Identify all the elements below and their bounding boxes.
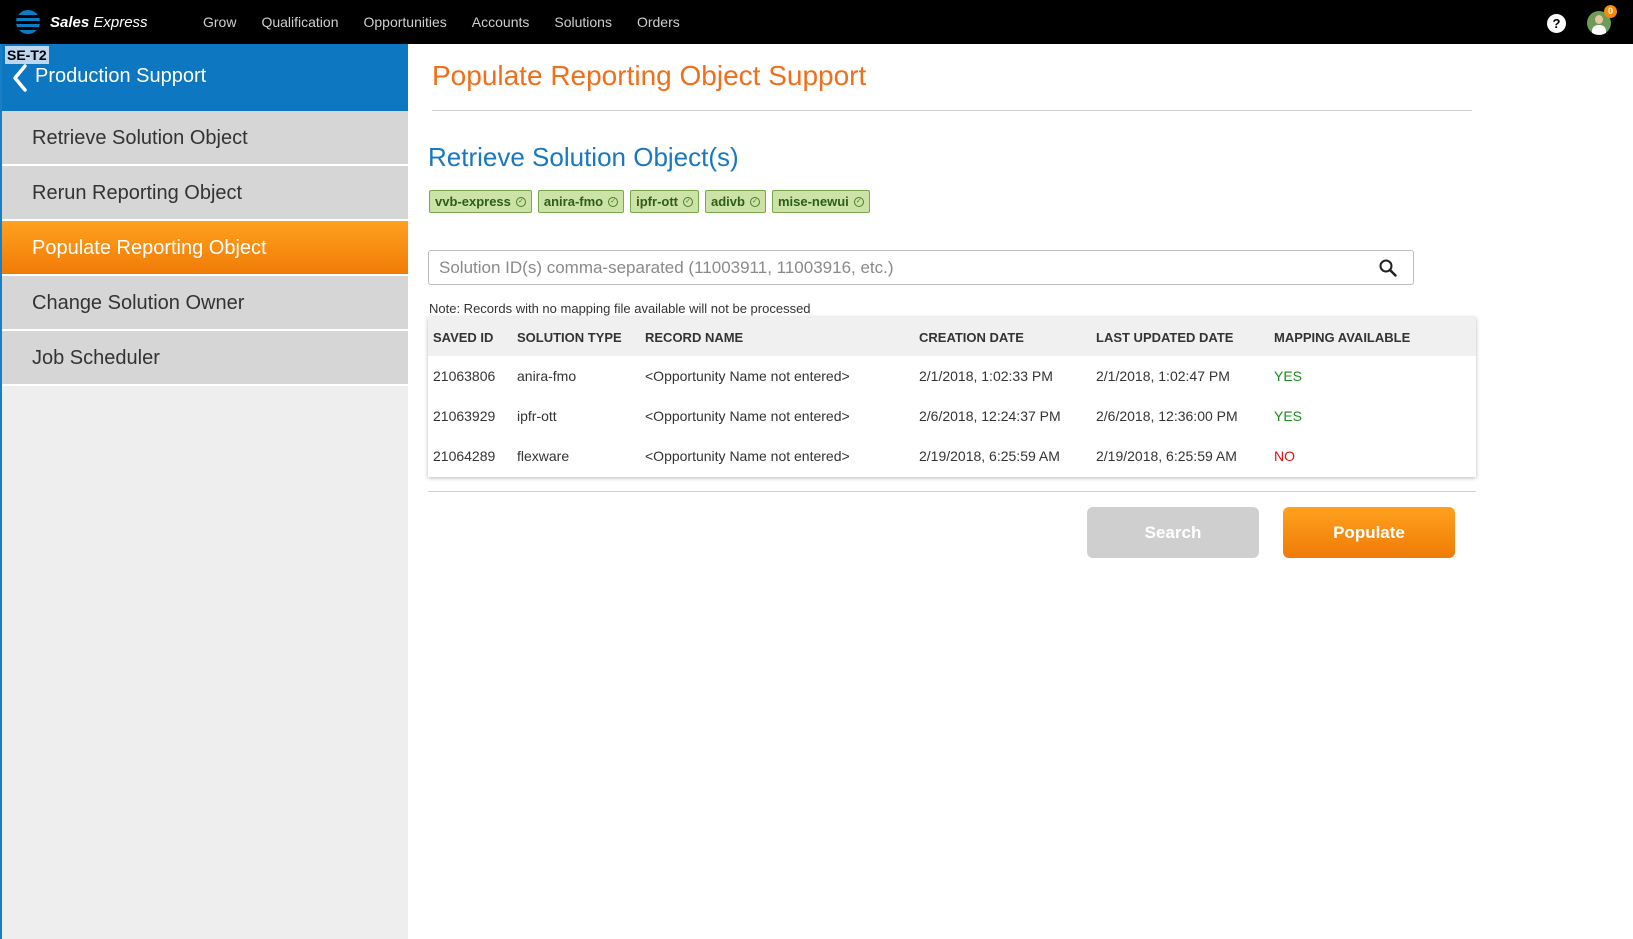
tag-mise-newui[interactable]: mise-newui ✓ bbox=[771, 190, 870, 213]
cell-solution-type: flexware bbox=[517, 448, 570, 464]
populate-button[interactable]: Populate bbox=[1283, 507, 1455, 558]
sidebar-item-change-solution-owner[interactable]: Change Solution Owner bbox=[2, 276, 408, 331]
sidebar-item-retrieve-solution-object[interactable]: Retrieve Solution Object bbox=[2, 111, 408, 166]
search-button[interactable]: Search bbox=[1087, 507, 1259, 558]
sidebar-item-rerun-reporting-object[interactable]: Rerun Reporting Object bbox=[2, 166, 408, 221]
results-table: SAVED ID SOLUTION TYPE RECORD NAME CREAT… bbox=[428, 317, 1476, 477]
cell-record-name: <Opportunity Name not entered> bbox=[645, 408, 850, 424]
table-header: SAVED ID SOLUTION TYPE RECORD NAME CREAT… bbox=[428, 317, 1476, 356]
brand-name: Sales Express bbox=[50, 13, 148, 31]
solution-id-search bbox=[428, 250, 1414, 285]
table-row[interactable]: 21063929 ipfr-ott <Opportunity Name not … bbox=[428, 396, 1476, 436]
chevron-left-icon[interactable] bbox=[12, 62, 28, 94]
cell-creation-date: 2/6/2018, 12:24:37 PM bbox=[919, 408, 1061, 424]
cell-mapping-available: YES bbox=[1274, 368, 1303, 384]
nav-accounts[interactable]: Accounts bbox=[472, 14, 530, 30]
main-nav: Grow Qualification Opportunities Account… bbox=[203, 0, 705, 44]
app-logo[interactable]: Sales Express bbox=[16, 10, 148, 34]
page-title: Populate Reporting Object Support bbox=[432, 60, 867, 91]
section-title: Retrieve Solution Object(s) bbox=[428, 142, 739, 172]
cell-creation-date: 2/1/2018, 1:02:33 PM bbox=[919, 368, 1053, 384]
sidebar-item-job-scheduler[interactable]: Job Scheduler bbox=[2, 331, 408, 386]
cell-last-updated-date: 2/19/2018, 6:25:59 AM bbox=[1096, 448, 1237, 464]
nav-grow[interactable]: Grow bbox=[203, 14, 236, 30]
sidebar: SE-T2 Production Support Retrieve Soluti… bbox=[0, 44, 408, 939]
mapping-note: Note: Records with no mapping file avail… bbox=[429, 301, 811, 316]
nav-qualification[interactable]: Qualification bbox=[261, 14, 338, 30]
tag-anira-fmo[interactable]: anira-fmo ✓ bbox=[537, 190, 625, 213]
help-icon[interactable]: ? bbox=[1547, 14, 1566, 33]
sidebar-header: SE-T2 Production Support bbox=[2, 44, 408, 111]
column-header-record-name[interactable]: RECORD NAME bbox=[645, 330, 743, 345]
notification-badge: 0 bbox=[1604, 5, 1617, 18]
cell-last-updated-date: 2/1/2018, 1:02:47 PM bbox=[1096, 368, 1230, 384]
tag-adivb[interactable]: adivb ✓ bbox=[705, 190, 766, 213]
check-circle-icon: ✓ bbox=[515, 196, 526, 207]
title-divider bbox=[432, 110, 1472, 111]
actions-divider bbox=[428, 491, 1476, 492]
solution-type-tags: vvb-express ✓ anira-fmo ✓ ipfr-ott ✓ adivb ✓… bbox=[429, 190, 876, 213]
column-header-mapping-available[interactable]: MAPPING AVAILABLE bbox=[1274, 330, 1410, 345]
column-header-solution-type[interactable]: SOLUTION TYPE bbox=[517, 330, 622, 345]
cell-creation-date: 2/19/2018, 6:25:59 AM bbox=[919, 448, 1060, 464]
table-row[interactable]: 21063806 anira-fmo <Opportunity Name not… bbox=[428, 356, 1476, 396]
cell-record-name: <Opportunity Name not entered> bbox=[645, 368, 850, 384]
nav-orders[interactable]: Orders bbox=[637, 14, 680, 30]
check-circle-icon: ✓ bbox=[853, 196, 864, 207]
search-icon[interactable] bbox=[1379, 259, 1397, 277]
cell-mapping-available: YES bbox=[1274, 408, 1303, 424]
check-circle-icon: ✓ bbox=[608, 196, 619, 207]
cell-last-updated-date: 2/6/2018, 12:36:00 PM bbox=[1096, 408, 1238, 424]
cell-saved-id: 21063806 bbox=[433, 368, 496, 384]
check-circle-icon: ✓ bbox=[683, 196, 693, 207]
sidebar-item-populate-reporting-object[interactable]: Populate Reporting Object bbox=[2, 221, 408, 276]
column-header-last-updated-date[interactable]: LAST UPDATED DATE bbox=[1096, 330, 1233, 345]
cell-solution-type: anira-fmo bbox=[517, 368, 577, 384]
column-header-creation-date[interactable]: CREATION DATE bbox=[919, 330, 1024, 345]
table-row[interactable]: 21064289 flexware <Opportunity Name not … bbox=[428, 436, 1476, 476]
cell-record-name: <Opportunity Name not entered> bbox=[645, 448, 850, 464]
cell-mapping-available: NO bbox=[1274, 448, 1295, 464]
top-nav-bar: Sales Express Grow Qualification Opportu… bbox=[0, 0, 1633, 44]
sidebar-title: Production Support bbox=[35, 65, 207, 87]
column-header-saved-id[interactable]: SAVED ID bbox=[433, 330, 493, 345]
cell-saved-id: 21063929 bbox=[433, 408, 496, 424]
nav-opportunities[interactable]: Opportunities bbox=[364, 14, 447, 30]
tag-vvb-express[interactable]: vvb-express ✓ bbox=[429, 190, 532, 213]
solution-id-input[interactable] bbox=[439, 251, 1359, 284]
tag-ipfr-ott[interactable]: ipfr-ott ✓ bbox=[630, 190, 699, 213]
nav-solutions[interactable]: Solutions bbox=[554, 14, 612, 30]
globe-logo-icon bbox=[16, 10, 40, 34]
check-circle-icon: ✓ bbox=[749, 196, 760, 207]
cell-solution-type: ipfr-ott bbox=[517, 408, 557, 424]
cell-saved-id: 21064289 bbox=[433, 448, 496, 464]
